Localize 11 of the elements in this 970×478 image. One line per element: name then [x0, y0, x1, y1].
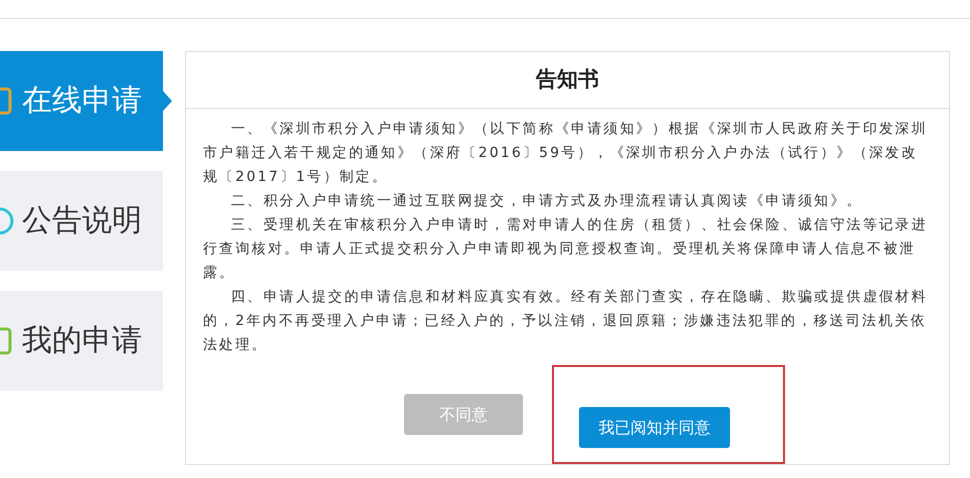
notice-paragraph: 三、受理机关在审核积分入户申请时，需对申请人的住房（租赁）、社会保险、诚信守法等记录进行查询核对。申请人正式提交积分入户申请即视为同意授权查询。受理机关将保障申请人信息不被泄露。 — [203, 216, 929, 283]
notice-paragraph: 二、积分入户申请统一通过互联网提交，申请方式及办理流程请认真阅读《申请须知》。 — [230, 192, 864, 211]
pointer-icon — [163, 91, 172, 111]
sidebar-item[interactable]: 我的申请 — [0, 291, 163, 391]
notice-title: 告知书 — [536, 66, 599, 94]
sidebar-item[interactable]: 在线申请 — [0, 51, 163, 151]
notice-paragraph: 四、申请人提交的申请信息和材料应真实有效。经有关部门查实，存在隐瞒、欺骗或提供虚假材料的，2年内不再受理入户申请；已经入户的，予以注销，退回原籍；涉嫌违法犯罪的，移送司法机关依法处理。 — [203, 288, 929, 355]
agree-button[interactable]: 我已阅知并同意 — [579, 407, 730, 448]
notice-paragraph: 一、《深圳市积分入户申请须知》（以下简称《申请须知》）根据《深圳市人民政府关于印发深圳市户籍迁入若干规定的通知》（深府〔2016〕59号），《深圳市积分入户办法（试行）》（深发改规〔2017〕1号）制定。 — [203, 120, 929, 187]
disagree-button[interactable]: 不同意 — [404, 394, 523, 435]
sidebar-item[interactable]: 公告说明 — [0, 171, 163, 271]
